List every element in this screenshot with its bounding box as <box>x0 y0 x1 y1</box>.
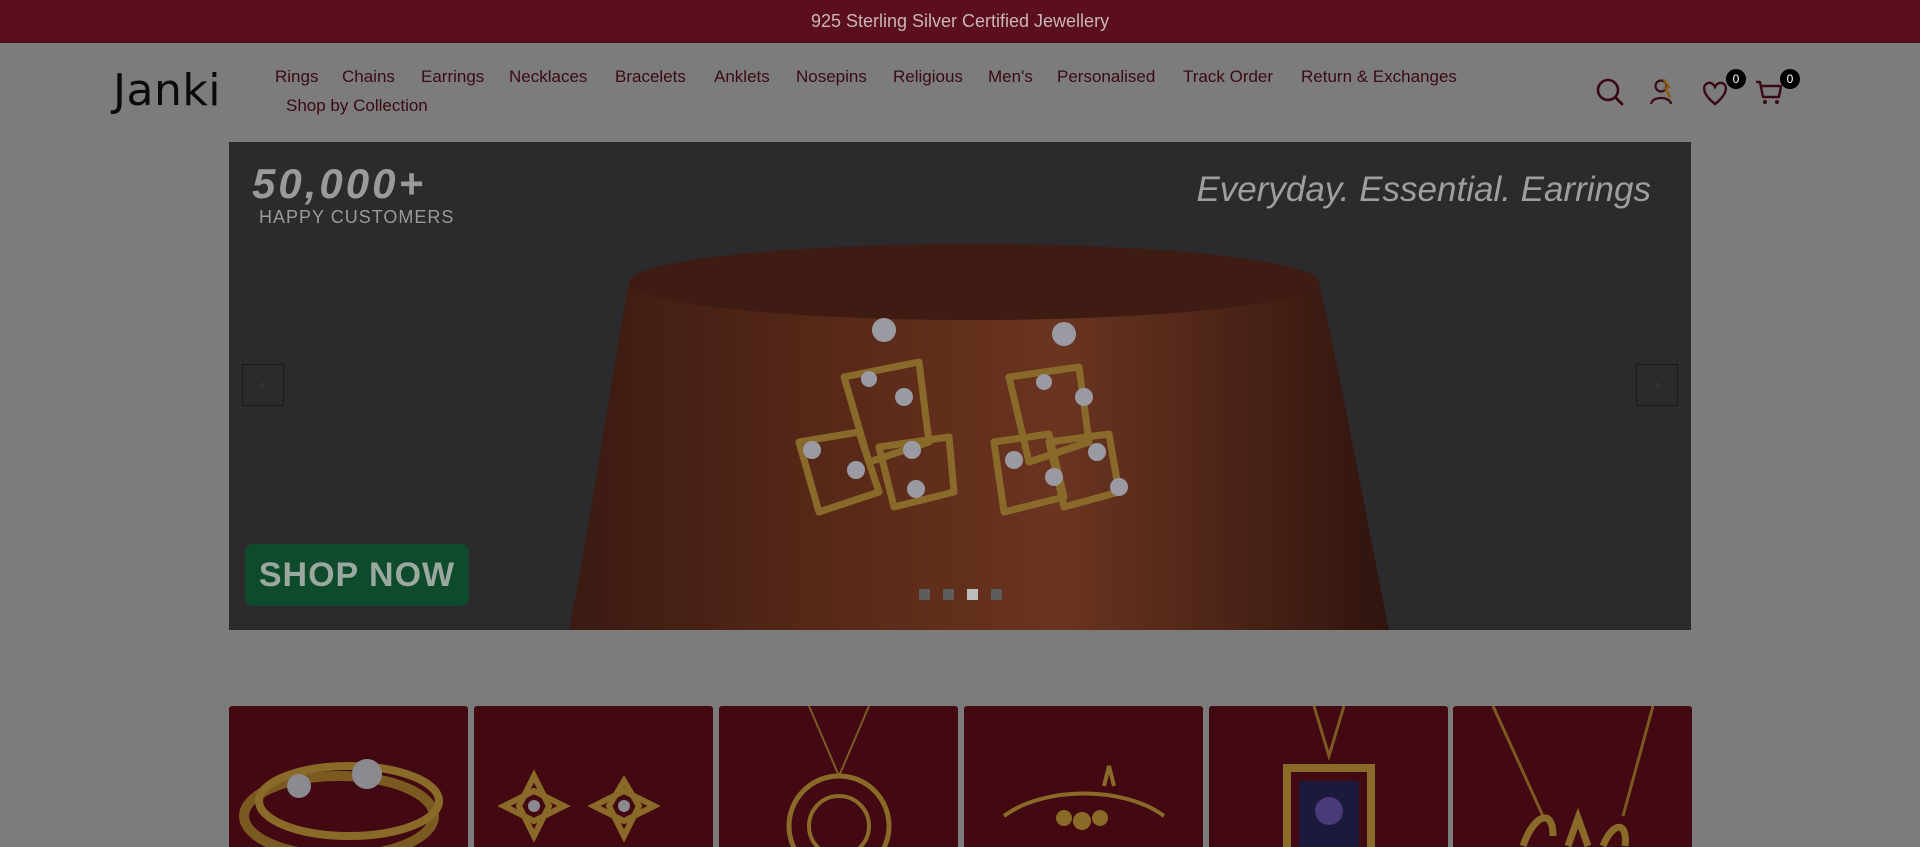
nav-item-anklets[interactable]: Anklets <box>714 67 770 87</box>
wishlist-count-badge: 0 <box>1726 69 1746 89</box>
nav-item-shop-by-collection[interactable]: Shop by Collection <box>286 96 428 116</box>
cart-count-badge: 0 <box>1780 69 1800 89</box>
category-tile-bracelets[interactable] <box>964 706 1203 847</box>
nav-item-nosepins[interactable]: Nosepins <box>796 67 867 87</box>
religious-pendant-image <box>1283 706 1375 847</box>
announcement-bar: 925 Sterling Silver Certified Jewellery <box>0 0 1920 43</box>
chevron-left-icon: ‹ <box>260 376 266 393</box>
name-necklace-image <box>1491 706 1655 847</box>
carousel-next-button[interactable]: › <box>1636 364 1678 406</box>
nav-item-religious[interactable]: Religious <box>893 67 963 87</box>
carousel-dot-2[interactable] <box>943 589 954 600</box>
nav-item-return-exchanges[interactable]: Return & Exchanges <box>1301 67 1457 87</box>
search-icon[interactable] <box>1595 77 1629 111</box>
nav-item-chains[interactable]: Chains <box>342 67 395 87</box>
category-tile-earrings[interactable] <box>474 706 713 847</box>
nav-item-mens[interactable]: Men's <box>988 67 1033 87</box>
nav-item-bracelets[interactable]: Bracelets <box>615 67 686 87</box>
user-icon[interactable] <box>1647 77 1681 111</box>
shop-now-button[interactable]: SHOP NOW <box>245 544 469 606</box>
category-tile-rings[interactable] <box>229 706 468 847</box>
category-grid <box>229 706 1692 847</box>
announcement-text: 925 Sterling Silver Certified Jewellery <box>810 10 1110 31</box>
hero-tagline: Everyday. Essential. Earrings <box>1196 170 1651 209</box>
category-tile-religious[interactable] <box>1209 706 1448 847</box>
brand-logo[interactable]: Janki <box>113 65 221 116</box>
earrings-image <box>497 769 661 843</box>
nav-item-personalised[interactable]: Personalised <box>1057 67 1155 87</box>
ring-image <box>239 759 443 847</box>
customers-stat-label: HAPPY CUSTOMERS <box>259 207 455 227</box>
carousel-dot-1[interactable] <box>919 589 930 600</box>
carousel-dot-4[interactable] <box>991 589 1002 600</box>
nav-item-track-order[interactable]: Track Order <box>1183 67 1273 87</box>
site-header: Janki Rings Chains Earrings Necklaces Br… <box>0 43 1920 141</box>
nav-item-earrings[interactable]: Earrings <box>421 67 484 87</box>
header-icons: 0 0 <box>1595 69 1800 117</box>
nav-item-necklaces[interactable]: Necklaces <box>509 67 587 87</box>
carousel-dot-3[interactable] <box>967 589 978 600</box>
pendant-image <box>786 706 892 847</box>
bracelet-image <box>1002 765 1166 830</box>
category-tile-pendants[interactable] <box>719 706 958 847</box>
category-tile-personalised[interactable] <box>1453 706 1692 847</box>
customers-stat-number: 50,000+ <box>252 160 426 207</box>
nav-item-rings[interactable]: Rings <box>275 67 318 87</box>
chevron-right-icon: › <box>1654 376 1660 393</box>
hero-banner[interactable]: 50,000+ HAPPY CUSTOMERS Everyday. Essent… <box>229 142 1691 630</box>
carousel-prev-button[interactable]: ‹ <box>242 364 284 406</box>
